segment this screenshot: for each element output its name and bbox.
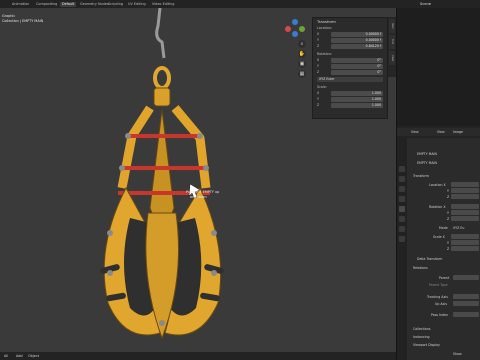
delta-transform-section[interactable]: Delta Transform bbox=[417, 257, 442, 261]
location-z-field[interactable] bbox=[451, 194, 479, 199]
pass-index-label: Pass Index bbox=[431, 313, 448, 317]
camera-icon[interactable]: ▣ bbox=[298, 60, 306, 68]
parent-label: Parent bbox=[439, 276, 450, 280]
status-item-object: Object bbox=[28, 354, 40, 358]
upper-arm-left bbox=[117, 105, 154, 189]
scale-x-field[interactable]: X 1.000 bbox=[317, 91, 383, 96]
tool-tab-icon[interactable] bbox=[399, 166, 405, 172]
transform-section[interactable]: Transform bbox=[413, 174, 429, 178]
properties-tabs bbox=[397, 138, 407, 360]
output-tab-icon[interactable] bbox=[399, 186, 405, 192]
rotation-mode-dropdown[interactable]: XYZ Euler bbox=[317, 77, 383, 82]
scale-z-label: Z bbox=[447, 247, 450, 251]
location-x-field[interactable]: X 0.00000 f bbox=[317, 32, 383, 37]
swivel-block bbox=[153, 87, 171, 107]
scale-y-label: Y bbox=[447, 241, 449, 245]
object-name-breadcrumb: EMPTY MAIN bbox=[417, 152, 437, 156]
scale-z-field[interactable]: Z 1.000 bbox=[317, 103, 383, 108]
render-tab-icon[interactable] bbox=[399, 176, 405, 182]
scene-selector[interactable]: Scene bbox=[420, 1, 431, 7]
scale-x-label: Scale X bbox=[433, 235, 445, 239]
tab-animation[interactable]: Animation bbox=[10, 2, 31, 7]
right-editors: View View Image EMPTY MAIN EMPTY MAIN Tr… bbox=[396, 8, 480, 360]
rotation-z-field[interactable]: Z 0° bbox=[317, 70, 383, 75]
constraints-tab-icon[interactable] bbox=[399, 226, 405, 232]
viewport-annotation: Put the X EMPTY up bbox=[186, 190, 220, 194]
scale-y-field[interactable]: Y 1.000 bbox=[317, 97, 383, 102]
status-bar: All Add Object bbox=[0, 352, 396, 360]
image-menu[interactable]: Image bbox=[453, 129, 463, 135]
tab-uv-editing[interactable]: UV Editing bbox=[126, 2, 148, 7]
n-panel: Transform Location: X 0.00000 f Y 0.00000 … bbox=[312, 17, 388, 119]
tracking-axis-label: Tracking Axis bbox=[427, 295, 448, 299]
location-x-label: Location X bbox=[429, 183, 446, 187]
tracking-axis-field[interactable] bbox=[453, 294, 479, 299]
scale-label: Scale: bbox=[317, 85, 327, 89]
physics-tab-icon[interactable] bbox=[399, 216, 405, 222]
zoom-icon[interactable]: ⌕ bbox=[298, 40, 306, 48]
3d-viewport[interactable]: Graphic Collection | EMPTY MAIN Put the … bbox=[0, 8, 396, 360]
tab-video-editing[interactable]: Video Editing bbox=[150, 2, 176, 7]
rotation-x-field[interactable] bbox=[451, 204, 479, 209]
properties-header: View View Image bbox=[397, 128, 480, 136]
instancing-section[interactable]: Instancing bbox=[413, 335, 430, 339]
scale-z-field[interactable] bbox=[451, 246, 479, 251]
rotation-z-label: Z bbox=[447, 217, 450, 221]
rotation-label: Rotation: bbox=[317, 52, 332, 56]
location-z-field[interactable]: Z 0.84120 f bbox=[317, 44, 383, 49]
scale-y-field[interactable] bbox=[451, 240, 479, 245]
object-tab-icon[interactable] bbox=[399, 206, 405, 212]
up-axis-label: Up Axis bbox=[435, 302, 447, 306]
tab-item[interactable]: Item bbox=[389, 19, 395, 33]
object-name-field[interactable]: EMPTY MAIN bbox=[417, 161, 437, 165]
panel-title: Transform bbox=[317, 19, 336, 24]
n-panel-tabs: Item Tool View bbox=[388, 17, 396, 77]
location-x-field[interactable] bbox=[451, 182, 479, 187]
outliner-area[interactable] bbox=[397, 8, 480, 126]
tab-scripting[interactable]: Scripting bbox=[106, 2, 125, 7]
tab-view[interactable]: View bbox=[389, 51, 395, 65]
rotation-y-field[interactable]: Y 0° bbox=[317, 64, 383, 69]
hook-chain bbox=[155, 8, 166, 59]
rotation-y-label: Y bbox=[447, 211, 449, 215]
viewport-display-section[interactable]: Viewport Display bbox=[413, 343, 440, 347]
upper-arm-right bbox=[171, 105, 211, 189]
top-shackle bbox=[153, 66, 171, 90]
mode-dropdown[interactable]: XYZ Eu bbox=[453, 226, 464, 230]
pan-hand-icon[interactable]: ✋ bbox=[298, 50, 306, 58]
up-axis-field[interactable] bbox=[453, 301, 479, 306]
rotation-x-label: Rotation X bbox=[429, 205, 446, 209]
rotation-y-field[interactable] bbox=[451, 210, 479, 215]
relations-section[interactable]: Relations bbox=[413, 266, 428, 270]
parent-field[interactable] bbox=[453, 275, 479, 280]
tab-default[interactable]: Default bbox=[60, 2, 77, 7]
show-label: Show bbox=[453, 352, 462, 356]
mode-label: Mode bbox=[439, 226, 448, 230]
rotation-z-field[interactable] bbox=[451, 216, 479, 221]
location-y-field[interactable] bbox=[451, 188, 479, 193]
location-y-field[interactable]: Y 0.00000 f bbox=[317, 38, 383, 43]
tab-tool[interactable]: Tool bbox=[389, 35, 395, 49]
rotation-x-field[interactable]: X 0° bbox=[317, 58, 383, 63]
viewport-annotation-2: and down bbox=[190, 195, 207, 199]
view-menu[interactable]: View bbox=[411, 129, 419, 135]
grid-icon[interactable]: ▦ bbox=[298, 70, 306, 78]
location-label: Location: bbox=[317, 26, 333, 30]
view-menu-2[interactable]: View bbox=[437, 129, 445, 135]
status-item-add: Add bbox=[16, 354, 23, 358]
collections-section[interactable]: Collections bbox=[413, 327, 430, 331]
axis-gizmo[interactable] bbox=[285, 19, 305, 37]
view-layer-tab-icon[interactable] bbox=[399, 196, 405, 202]
location-y-label: Y bbox=[447, 189, 449, 193]
location-z-label: Z bbox=[447, 195, 450, 199]
data-tab-icon[interactable] bbox=[399, 236, 405, 242]
tab-compositing[interactable]: Compositing bbox=[34, 2, 59, 7]
pass-index-field[interactable] bbox=[453, 312, 479, 317]
properties-panel: EMPTY MAIN EMPTY MAIN Transform Location… bbox=[407, 138, 480, 360]
parent-type-label: Parent Type bbox=[429, 283, 448, 287]
status-item-all: All bbox=[4, 354, 9, 358]
scale-x-field[interactable] bbox=[451, 234, 479, 239]
